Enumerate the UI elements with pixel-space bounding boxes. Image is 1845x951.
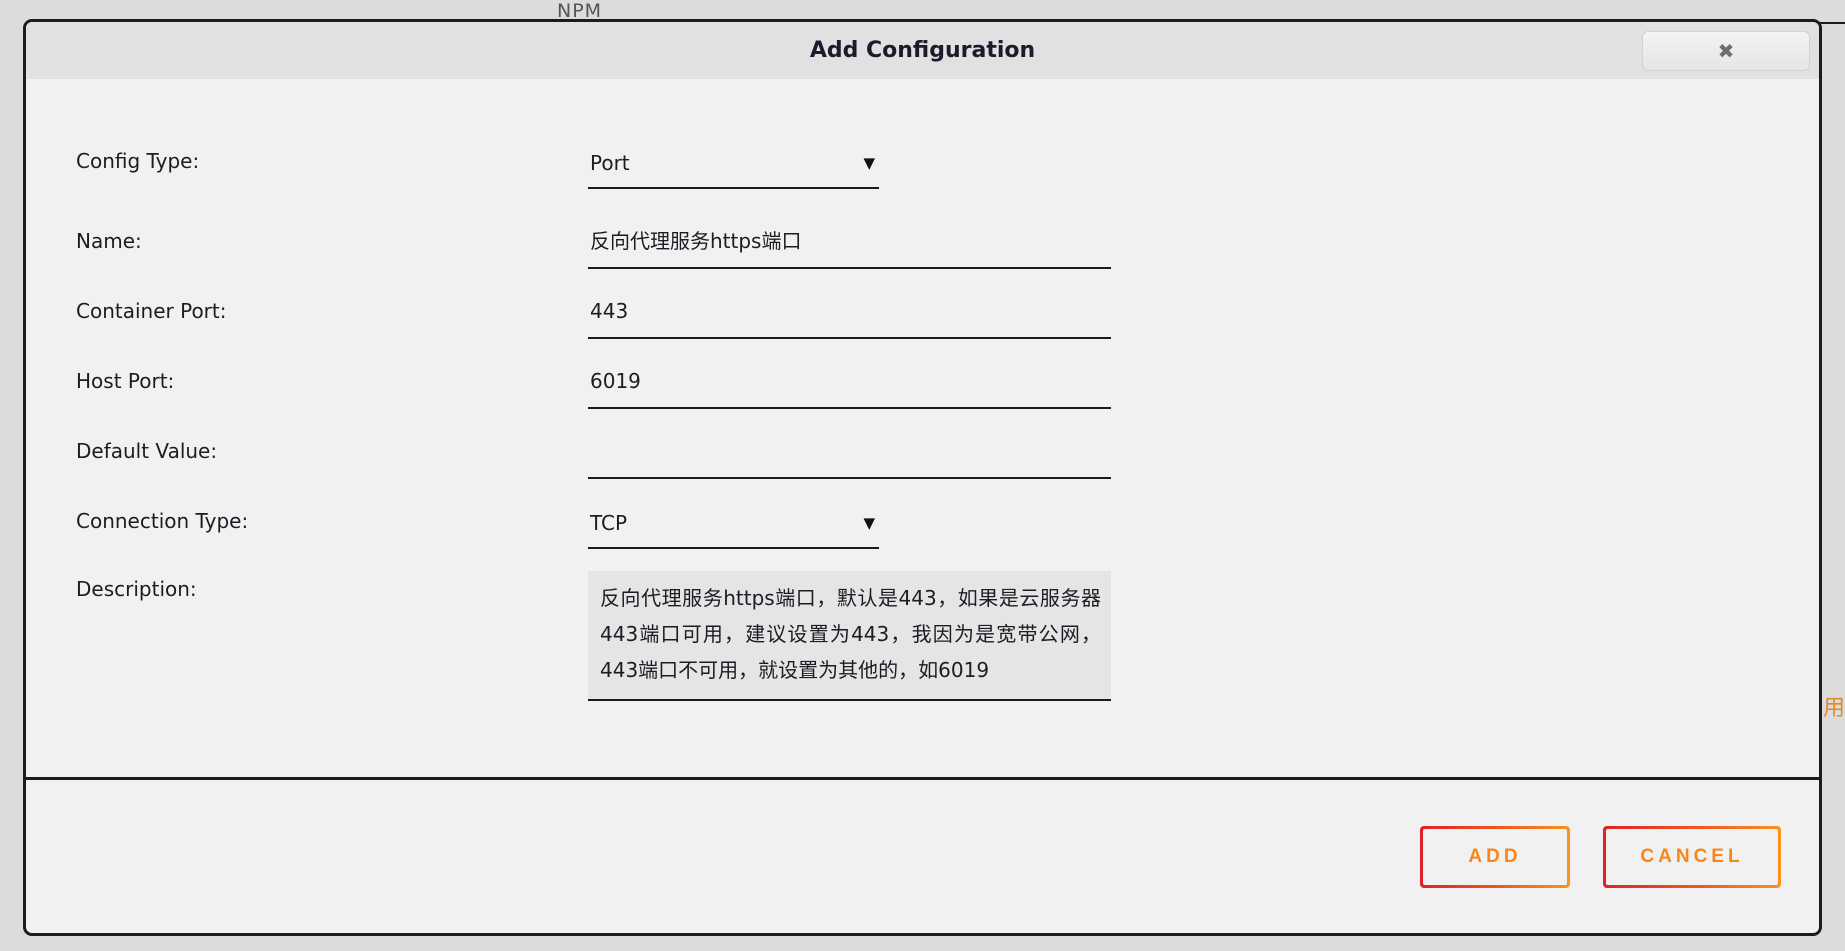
close-button[interactable]: ✖ <box>1642 31 1810 71</box>
config-type-value: Port <box>590 151 630 175</box>
label-default-value: Default Value: <box>76 439 218 463</box>
add-button[interactable]: ADD <box>1420 825 1570 888</box>
label-host-port: Host Port: <box>76 369 175 393</box>
chevron-down-icon: ▼ <box>863 513 875 532</box>
form-row-host-port: Host Port: 6019 <box>26 353 1819 433</box>
label-connection-type: Connection Type: <box>76 509 249 533</box>
name-input[interactable]: 反向代理服务https端口 <box>588 219 1111 269</box>
background-partial-text: 用 <box>1822 696 1845 721</box>
dialog-header: Add Configuration ✖ <box>26 22 1819 79</box>
host-port-value: 6019 <box>590 369 641 393</box>
form-row-default-value: Default Value: <box>26 423 1819 503</box>
connection-type-value: TCP <box>590 511 628 535</box>
add-configuration-dialog: Add Configuration ✖ Config Type: Port ▼ … <box>23 19 1822 936</box>
config-type-select[interactable]: Port ▼ <box>588 139 879 189</box>
dialog-title: Add Configuration <box>809 38 1036 63</box>
chevron-down-icon: ▼ <box>863 153 875 172</box>
form-row-container-port: Container Port: 443 <box>26 283 1819 363</box>
label-container-port: Container Port: <box>76 299 227 323</box>
connection-type-select[interactable]: TCP ▼ <box>588 499 879 549</box>
container-port-input[interactable]: 443 <box>588 289 1111 339</box>
container-port-value: 443 <box>590 299 629 323</box>
form-row-config-type: Config Type: Port ▼ <box>26 133 1819 213</box>
close-icon: ✖ <box>1717 39 1735 63</box>
description-textarea[interactable]: 反向代理服务https端口，默认是443，如果是云服务器443端口可用，建议设置… <box>588 571 1111 701</box>
label-name: Name: <box>76 229 142 253</box>
cancel-button[interactable]: CANCEL <box>1603 825 1781 888</box>
label-config-type: Config Type: <box>76 149 200 173</box>
cancel-button-label: CANCEL <box>1640 845 1744 867</box>
label-description: Description: <box>76 577 197 601</box>
host-port-input[interactable]: 6019 <box>588 359 1111 409</box>
dialog-footer: ADD CANCEL <box>26 777 1819 933</box>
form-row-description: Description: 反向代理服务https端口，默认是443，如果是云服务… <box>26 561 1819 721</box>
description-value: 反向代理服务https端口，默认是443，如果是云服务器443端口可用，建议设置… <box>600 586 1101 682</box>
default-value-input[interactable] <box>588 429 1111 479</box>
form-row-name: Name: 反向代理服务https端口 <box>26 213 1819 293</box>
add-button-label: ADD <box>1468 845 1522 867</box>
dialog-body: Config Type: Port ▼ Name: 反向代理服务https端口 … <box>26 79 1819 777</box>
name-input-value: 反向代理服务https端口 <box>590 229 802 253</box>
